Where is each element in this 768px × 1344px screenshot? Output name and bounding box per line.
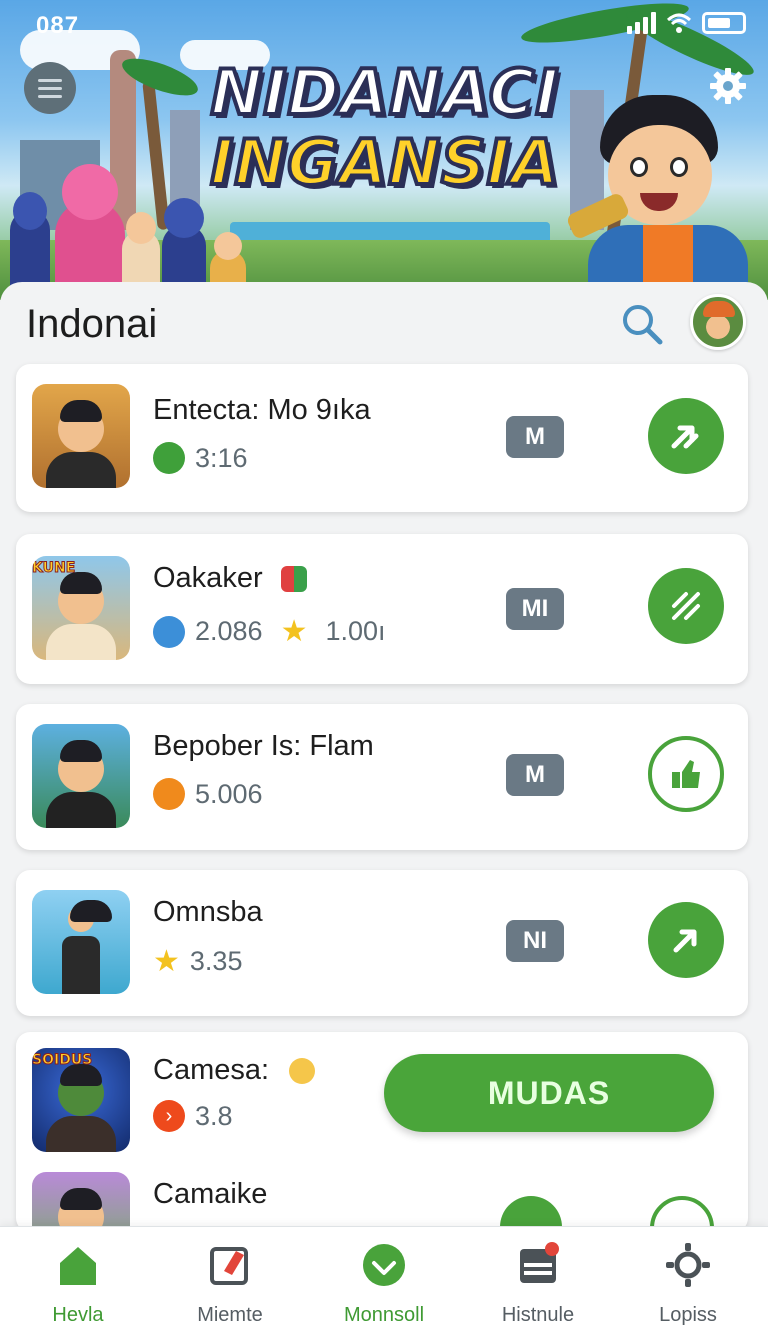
hamburger-icon <box>38 78 62 82</box>
game-stats: 3:16 <box>153 442 248 474</box>
game-thumbnail: SOIDUS <box>32 1048 130 1152</box>
banner-title: NIDANACI INGANSIA <box>205 56 565 199</box>
leaf-icon <box>153 442 185 474</box>
game-title: Bepober Is: Flam <box>153 730 374 762</box>
status-icons <box>627 12 746 34</box>
heart-icon <box>153 615 185 648</box>
game-stats: 2.086 ★ 1.00ı <box>153 614 386 649</box>
nav-label: Histnule <box>501 1304 575 1326</box>
game-title: Omnsba <box>153 896 263 928</box>
stat-value: 3.35 <box>189 946 243 976</box>
stat-value: 1.00ı <box>325 616 386 646</box>
settings-cog-icon <box>666 1243 710 1287</box>
gem-icon <box>153 778 185 810</box>
banner-title-line-2: INGANSIA <box>208 126 560 199</box>
gear-icon[interactable] <box>708 66 748 106</box>
thumbnail-tag: SOIDUS <box>32 1052 93 1069</box>
banner-title-line-1: NIDANACI <box>209 56 561 129</box>
mascot-illustration <box>565 95 748 300</box>
bottom-navigation: Hevla Miemte Monnsoll Histnule Lopiss <box>0 1226 768 1344</box>
menu-button[interactable] <box>24 62 76 114</box>
game-thumbnail <box>32 1172 130 1232</box>
nav-label: Lopiss <box>659 1304 717 1326</box>
game-thumbnail: KUNE <box>32 556 130 660</box>
stat-value: 2.086 <box>195 616 263 646</box>
game-title: Camaike <box>153 1178 268 1210</box>
download-icon <box>363 1244 405 1286</box>
nav-label: Monnsoll <box>343 1304 425 1326</box>
star-icon: ★ <box>153 945 180 978</box>
battery-icon <box>702 12 746 34</box>
game-stats: 5.006 <box>153 778 263 810</box>
game-title: Oakaker <box>153 562 307 595</box>
stat-value: 3:16 <box>195 442 248 473</box>
nav-label: Hevla <box>52 1304 104 1326</box>
level-badge: NI <box>506 920 564 962</box>
game-thumbnail <box>32 384 130 488</box>
header-banner: NIDANACI INGANSIA 087 <box>0 0 768 300</box>
forward-arrow-icon <box>671 425 699 449</box>
game-title: Camesa: <box>153 1054 316 1087</box>
thumbnail-tag: KUNE <box>32 560 76 577</box>
edit-icon <box>210 1247 248 1285</box>
game-thumbnail <box>32 724 130 828</box>
nav-item-miemte[interactable]: Miemte <box>160 1241 300 1327</box>
level-badge: M <box>506 754 564 796</box>
level-badge: M <box>506 416 564 458</box>
nav-item-histnule[interactable]: Histnule <box>468 1241 608 1327</box>
forward-arrow-icon <box>673 929 697 953</box>
play-button[interactable] <box>648 398 724 474</box>
cube-icon <box>280 566 307 593</box>
list-item[interactable]: Entecta: Mo 9ıka 3:16 M <box>16 364 748 512</box>
nav-item-lopiss[interactable]: Lopiss <box>618 1241 758 1327</box>
list-item[interactable]: Bepober Is: Flam 5.006 M <box>16 704 748 850</box>
nav-label: Miemte <box>197 1304 263 1326</box>
signal-icon <box>627 12 656 34</box>
nav-item-hevla[interactable]: Hevla <box>8 1241 148 1327</box>
tools-button[interactable] <box>648 568 724 644</box>
chevron-right-icon: › <box>153 1100 185 1132</box>
wifi-icon <box>666 13 692 33</box>
game-title: Entecta: Mo 9ıka <box>153 394 371 426</box>
home-icon <box>60 1247 96 1285</box>
smiley-icon <box>289 1058 316 1085</box>
content-sheet: Indonai Entecta: Mo 9ıka 3:16 M KUNE Oak… <box>0 282 768 1344</box>
list-item[interactable]: Omnsba ★ 3.35 NI <box>16 870 748 1016</box>
search-icon[interactable] <box>618 300 666 348</box>
status-time: 087 <box>36 12 80 39</box>
game-stats: › 3.8 <box>153 1100 233 1132</box>
game-stats: ★ 3.35 <box>153 944 242 979</box>
mudas-button[interactable]: MUDAS <box>384 1054 714 1132</box>
play-button[interactable] <box>648 902 724 978</box>
nav-item-monnsoll[interactable]: Monnsoll <box>314 1241 454 1327</box>
list-item[interactable]: KUNE Oakaker 2.086 ★ 1.00ı MI <box>16 534 748 684</box>
level-badge: MI <box>506 588 564 630</box>
game-thumbnail <box>32 890 130 994</box>
page-title: Indonai <box>26 302 158 346</box>
thumbs-up-icon <box>672 760 700 788</box>
history-icon <box>520 1242 559 1283</box>
star-icon: ★ <box>280 615 308 648</box>
like-button[interactable] <box>648 736 724 812</box>
stat-value: 3.8 <box>195 1100 233 1131</box>
wrench-icon <box>672 592 700 620</box>
avatar[interactable] <box>690 294 746 350</box>
stat-value: 5.006 <box>195 778 263 809</box>
